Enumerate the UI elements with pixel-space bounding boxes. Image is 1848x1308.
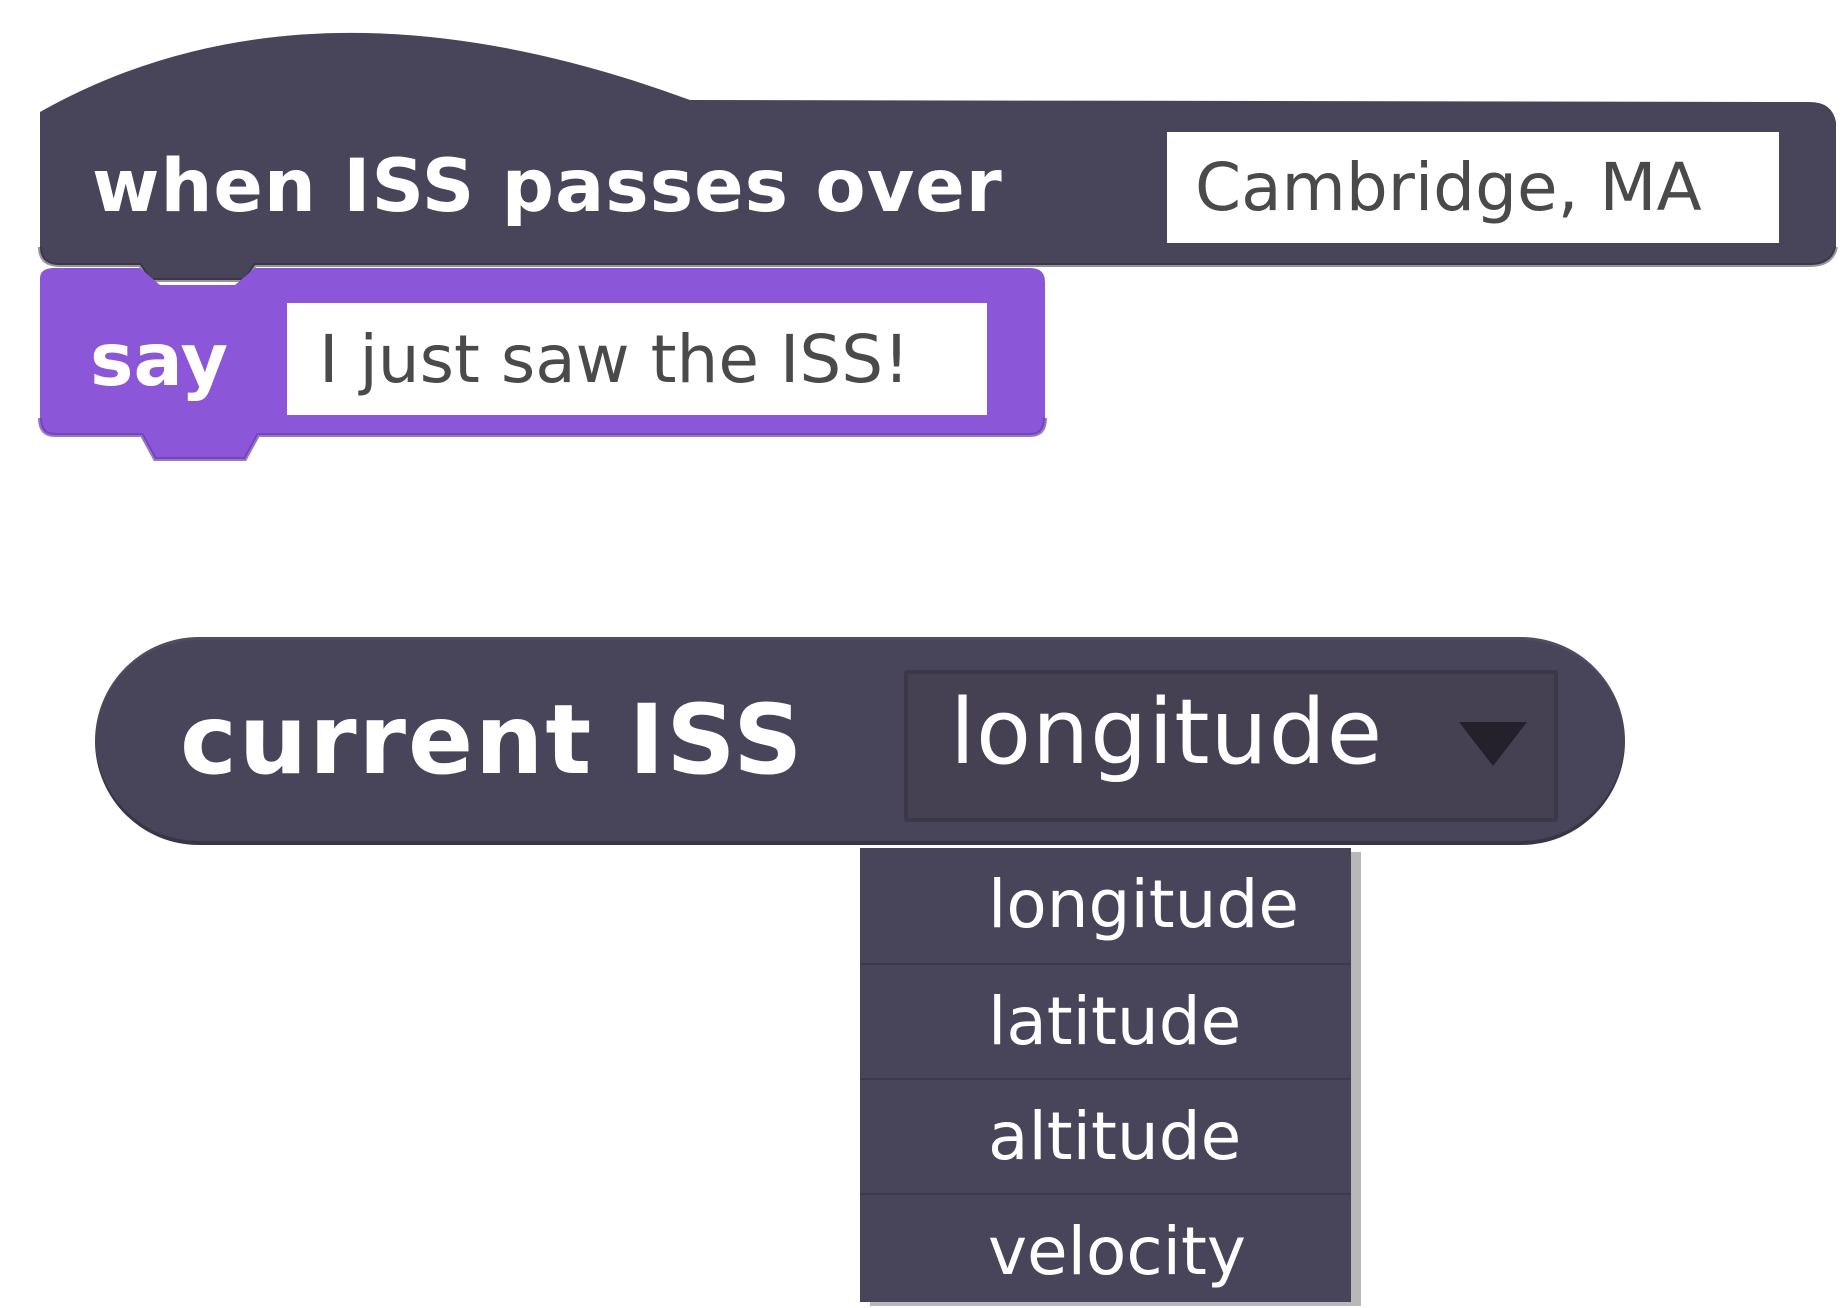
menu-item-velocity[interactable]: velocity	[860, 1193, 1351, 1308]
menu-item-altitude[interactable]: altitude	[860, 1078, 1351, 1193]
say-block-label: say	[90, 318, 229, 403]
menu-item-label: altitude	[988, 1098, 1242, 1175]
menu-item-latitude[interactable]: latitude	[860, 963, 1351, 1078]
hat-block-label: when ISS passes over	[92, 144, 1003, 229]
dropdown-menu: longitude latitude altitude velocity	[860, 848, 1351, 1302]
menu-item-label: longitude	[988, 866, 1299, 943]
dropdown-selected-value: longitude	[950, 680, 1384, 785]
reporter-block-label: current ISS	[180, 684, 805, 796]
menu-item-label: latitude	[988, 983, 1242, 1060]
menu-item-longitude[interactable]: longitude	[860, 848, 1351, 963]
location-input[interactable]: Cambridge, MA	[1167, 132, 1779, 243]
message-input[interactable]: I just saw the ISS!	[287, 303, 987, 415]
menu-item-label: velocity	[988, 1213, 1246, 1290]
chevron-down-icon[interactable]	[1455, 718, 1531, 770]
